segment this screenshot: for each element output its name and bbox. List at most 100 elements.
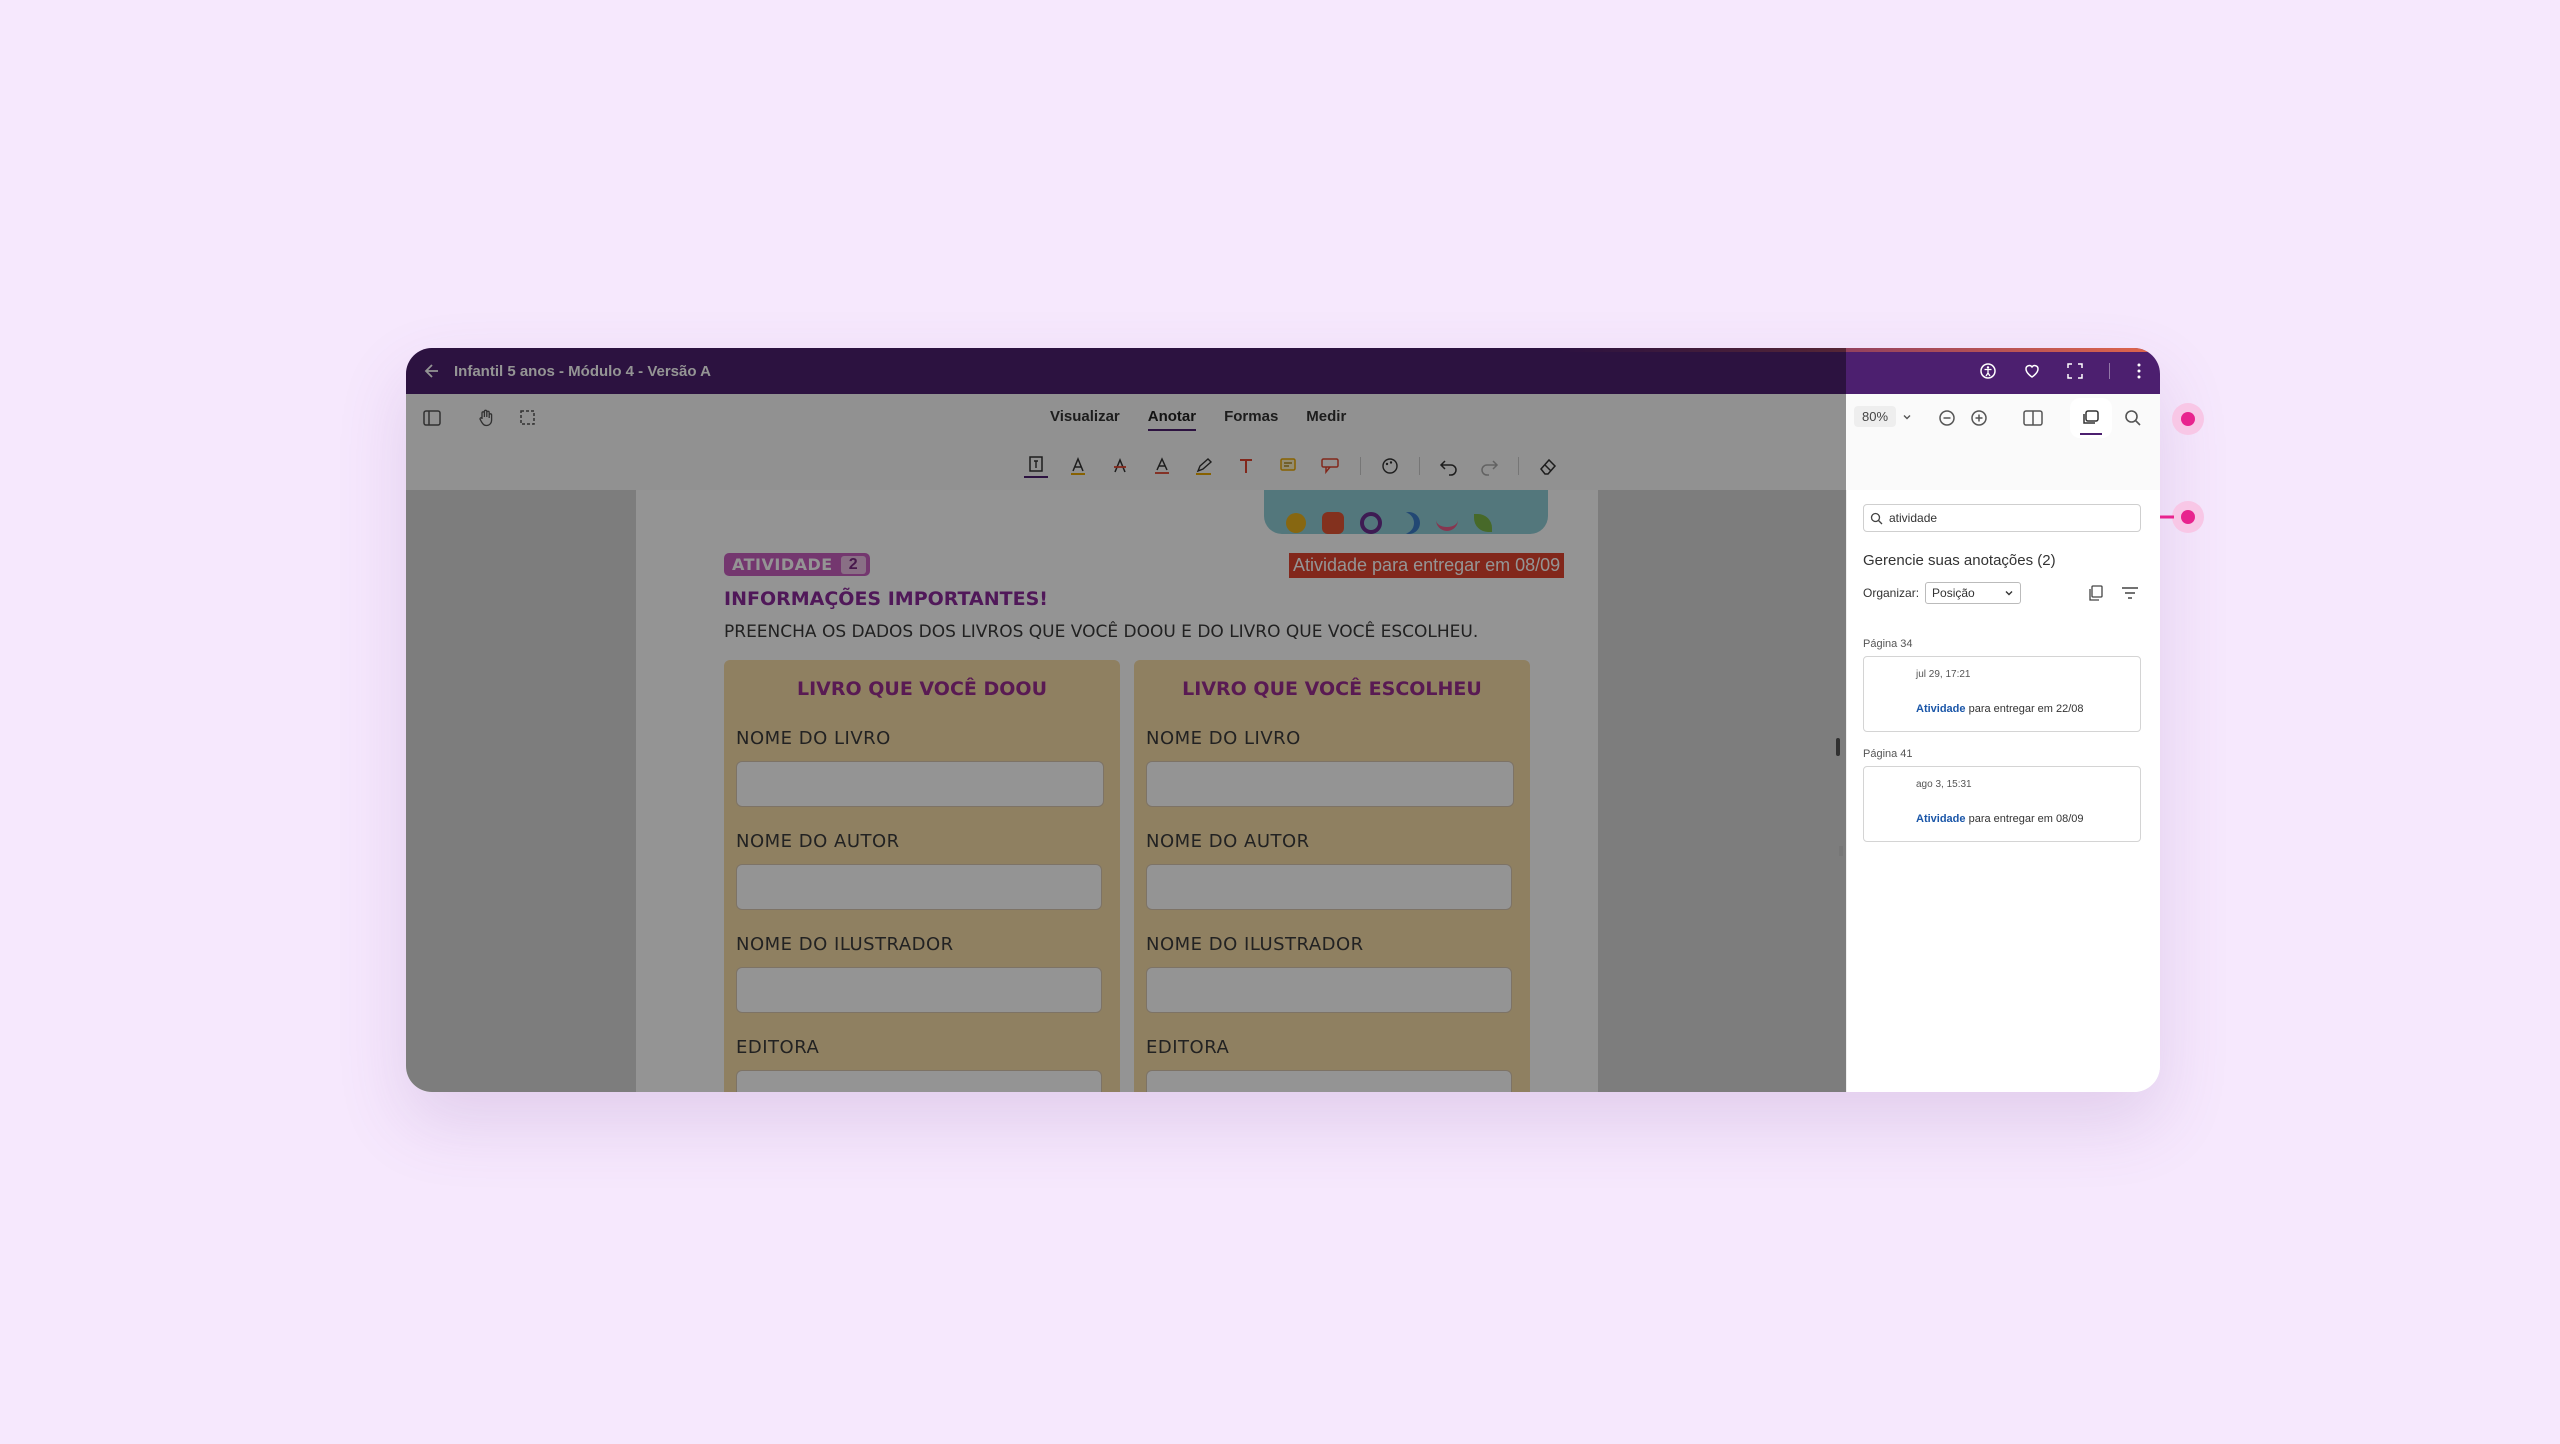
zoom-value: 80% [1854,406,1897,427]
section-heading: INFORMAÇÕES IMPORTANTES! [724,588,1048,610]
book-name-field[interactable] [736,761,1104,807]
sticky-note-icon[interactable] [1276,456,1300,476]
search-input[interactable]: atividade [1889,511,1937,525]
hotspot-marker [2172,403,2204,435]
field-label: NOME DO AUTOR [736,831,900,852]
organize-select[interactable]: Posição [1925,582,2022,604]
chevron-down-icon [1902,412,1912,422]
panel-heading: Gerencie suas anotações (2) [1863,552,2056,569]
tab-anotar[interactable]: Anotar [1147,404,1197,431]
card-title: LIVRO QUE VOCÊ ESCOLHEU [1182,678,1482,700]
back-arrow-icon[interactable] [418,357,446,385]
page-layout-icon[interactable] [2022,408,2044,428]
annotation-timestamp: jul 29, 17:21 [1916,669,1971,680]
callout-icon[interactable] [1318,456,1342,476]
text-underline-icon[interactable] [1150,456,1174,476]
field-label: NOME DO ILUSTRADOR [1146,934,1364,955]
redo-icon[interactable] [1478,456,1500,476]
annotations-panel-icon[interactable] [2070,398,2112,438]
hotspot-marker [2172,501,2204,533]
active-underline [2080,433,2102,435]
annotation-text: para entregar em 08/09 [1968,813,2084,825]
tab-formas[interactable]: Formas [1224,404,1278,431]
decorative-banner [1264,490,1548,534]
illustrator-name-field[interactable] [736,967,1102,1013]
activity-badge-label: ATIVIDADE [732,555,833,574]
annotation-match: Atividade [1916,703,1966,715]
book-chosen-card: LIVRO QUE VOCÊ ESCOLHEU NOME DO LIVRO NO… [1134,660,1530,1092]
activity-badge-number: 2 [840,555,866,574]
search-icon [1870,512,1883,525]
book-name-field[interactable] [1146,761,1514,807]
organize-value: Posição [1932,586,1975,600]
panel-drag-handle[interactable] [1839,846,1843,856]
title-divider [2109,363,2110,379]
field-label: NOME DO LIVRO [736,728,891,749]
color-palette-icon[interactable] [1379,456,1401,476]
card-title: LIVRO QUE VOCÊ DOOU [796,678,1047,700]
illustrator-name-field[interactable] [1146,967,1512,1013]
flower-icon [1286,513,1306,533]
text-select-icon[interactable] [1024,454,1048,478]
text-highlight-icon[interactable] [1066,456,1090,476]
leaf-icon [1474,514,1492,532]
annotation-card[interactable]: ago 3, 15:31 Atividade para entregar em … [1863,766,2141,842]
search-icon[interactable] [2124,409,2142,427]
annotation-text: para entregar em 22/08 [1968,703,2084,715]
annotation-search[interactable]: atividade [1863,504,2141,532]
annotations-panel: atividade Gerencie suas anotações (2) Or… [1839,490,2160,1092]
free-text-icon[interactable] [1234,456,1258,476]
annotation-card[interactable]: jul 29, 17:21 Atividade para entregar em… [1863,656,2141,732]
page-group-label: Página 41 [1863,748,1913,760]
field-label: NOME DO LIVRO [1146,728,1301,749]
heart-icon[interactable] [2023,362,2041,380]
marquee-select-icon[interactable] [518,408,538,428]
organize-label: Organizar: [1863,586,1920,600]
mode-tabs: Visualizar Anotar Formas Medir [1036,404,1360,431]
app-window: Infantil 5 anos - Módulo 4 - Versão A Vi… [406,348,2160,1092]
eraser-icon[interactable] [1537,456,1559,476]
moon-icon [1398,512,1420,534]
highlight-annotation[interactable]: Atividade para entregar em 08/09 [1289,553,1565,578]
sidebar-toggle-icon[interactable] [422,408,442,428]
pan-hand-icon[interactable] [476,408,496,428]
activity-badge: ATIVIDADE 2 [724,553,870,576]
tab-visualizar[interactable]: Visualizar [1050,404,1120,431]
publisher-field[interactable] [1146,1070,1512,1092]
annotation-match: Atividade [1916,813,1966,825]
panel-resize-handle[interactable] [1836,738,1840,756]
field-label: NOME DO AUTOR [1146,831,1310,852]
document-title: Infantil 5 anos - Módulo 4 - Versão A [454,362,711,380]
title-bar: Infantil 5 anos - Módulo 4 - Versão A [406,348,2160,394]
more-vertical-icon[interactable] [2136,362,2142,380]
author-name-field[interactable] [1146,864,1512,910]
octagon-icon [1322,512,1344,534]
zoom-control[interactable]: 80% [1854,406,1912,427]
fullscreen-icon[interactable] [2067,363,2083,379]
zoom-out-icon[interactable] [1938,409,1956,427]
field-label: EDITORA [736,1037,820,1058]
tab-medir[interactable]: Medir [1306,404,1346,431]
chevron-down-icon [2004,588,2014,598]
export-icon[interactable] [2087,584,2105,602]
annotation-timestamp: ago 3, 15:31 [1916,779,1972,790]
main-toolbar: Visualizar Anotar Formas Medir 80% [406,394,2160,443]
field-label: NOME DO ILUSTRADOR [736,934,954,955]
zoom-in-icon[interactable] [1970,409,1988,427]
book-donated-card: LIVRO QUE VOCÊ DOOU NOME DO LIVRO NOME D… [724,660,1120,1092]
field-label: EDITORA [1146,1037,1230,1058]
undo-icon[interactable] [1438,456,1460,476]
pen-icon[interactable] [1192,456,1216,476]
smile-icon [1436,515,1458,531]
accessibility-icon[interactable] [1979,362,1997,380]
instruction-text: PREENCHA OS DADOS DOS LIVROS QUE VOCÊ DO… [724,622,1479,642]
filter-icon[interactable] [2121,586,2139,600]
author-name-field[interactable] [736,864,1102,910]
tool-divider [1419,457,1420,475]
document-viewer[interactable]: ATIVIDADE 2 Atividade para entregar em 0… [406,490,1846,1092]
title-accent-bar [1556,348,2160,352]
text-strikeout-icon[interactable] [1108,456,1132,476]
publisher-field[interactable] [736,1070,1102,1092]
target-icon [1360,512,1382,534]
tool-divider [1518,457,1519,475]
